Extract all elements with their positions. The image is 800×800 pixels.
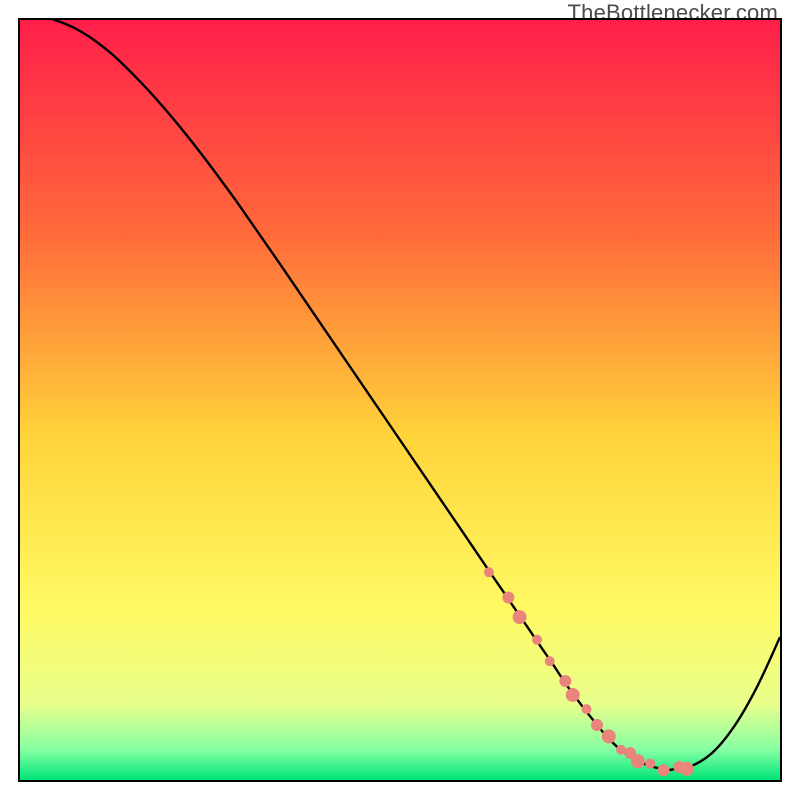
highlight-dot <box>559 675 571 687</box>
highlight-dot <box>581 704 591 714</box>
highlight-dot <box>532 635 542 645</box>
highlight-dot <box>602 729 616 743</box>
highlight-dot <box>631 754 645 768</box>
highlight-dot <box>645 759 655 769</box>
highlight-dot <box>566 688 580 702</box>
highlight-dot <box>659 765 669 775</box>
highlight-dot <box>484 567 494 577</box>
highlight-dot <box>545 656 555 666</box>
highlight-dot <box>502 591 514 603</box>
highlight-dot <box>591 719 603 731</box>
plot-svg <box>20 20 780 780</box>
plot-area <box>18 18 782 782</box>
highlight-dot <box>680 762 694 776</box>
gradient-background <box>20 20 780 780</box>
chart-container: TheBottlenecker.com <box>0 0 800 800</box>
highlight-dot <box>513 610 527 624</box>
